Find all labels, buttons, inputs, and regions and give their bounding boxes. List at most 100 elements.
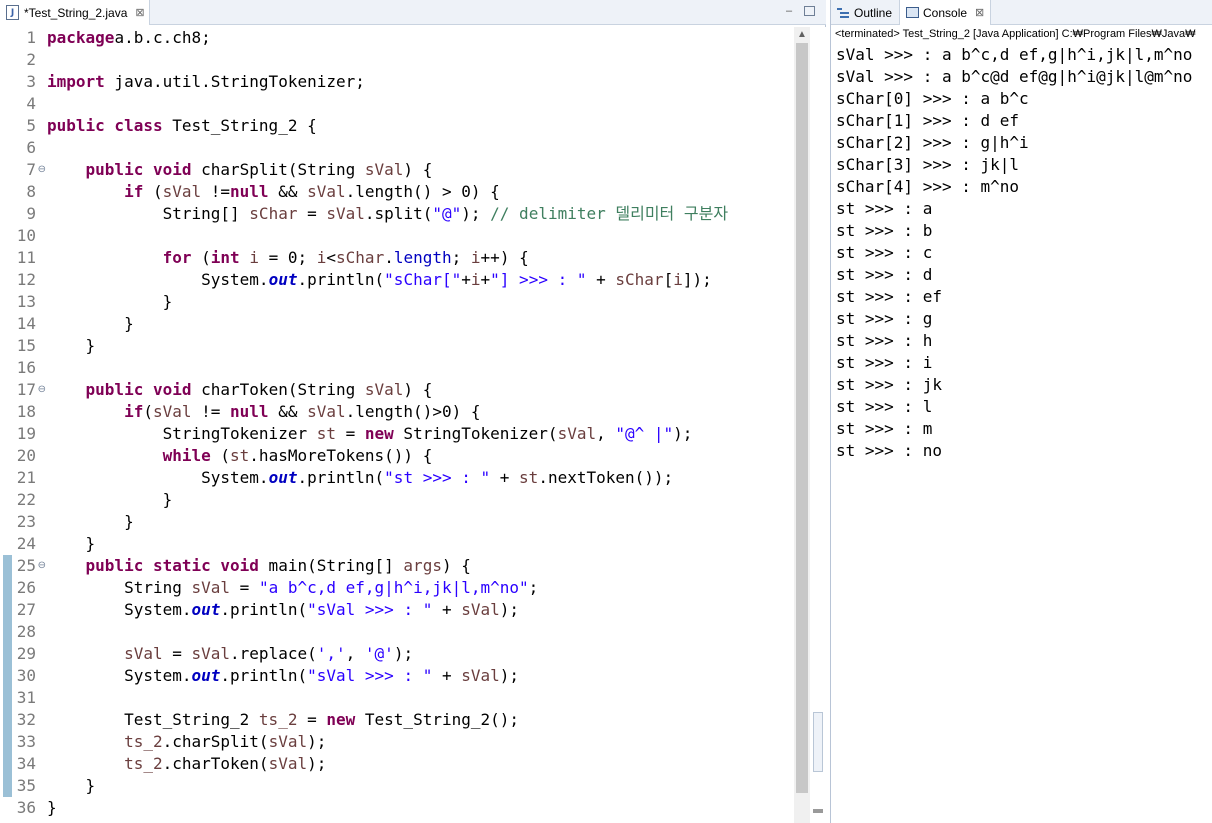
code-token: i — [316, 248, 327, 267]
editor-tab[interactable]: J *Test_String_2.java ⊠ — [0, 0, 150, 25]
code-line[interactable]: ts_2.charSplit(sVal); — [47, 731, 728, 753]
code-line[interactable]: } — [47, 533, 728, 555]
code-line[interactable]: public void charSplit(String sVal) { — [47, 159, 728, 181]
fold-collapse-icon[interactable]: ⊖ — [38, 555, 46, 577]
code-token: public void — [85, 160, 192, 179]
code-token: } — [47, 512, 134, 531]
fold-collapse-icon[interactable]: ⊖ — [38, 159, 46, 181]
code-line[interactable]: StringTokenizer st = new StringTokenizer… — [47, 423, 728, 445]
code-line[interactable] — [47, 357, 728, 379]
scroll-up-arrow-icon[interactable]: ▲ — [794, 29, 810, 40]
console-output[interactable]: sVal >>> : a b^c,d ef,g|h^i,jk|l,m^no sVa… — [836, 44, 1192, 462]
code-token: = — [162, 644, 192, 663]
code-line[interactable]: ts_2.charToken(sVal); — [47, 753, 728, 775]
code-line[interactable] — [47, 225, 728, 247]
code-line[interactable]: System.out.println("st >>> : " + st.next… — [47, 467, 728, 489]
code-line[interactable]: System.out.println("sChar["+i+"] >>> : "… — [47, 269, 728, 291]
code-token: .charToken( — [162, 754, 269, 773]
editor-tab-bar: J *Test_String_2.java ⊠ ‒ — [0, 0, 826, 25]
code-token: '@' — [364, 644, 394, 663]
code-token: + — [432, 600, 462, 619]
console-output-line: sChar[3] >>> : jk|l — [836, 155, 1020, 174]
code-line[interactable]: } — [47, 335, 728, 357]
code-token: if — [124, 402, 144, 421]
code-line[interactable]: sVal = sVal.replace(',', '@'); — [47, 643, 728, 665]
code-token: for — [162, 248, 192, 267]
code-token: ++) { — [480, 248, 529, 267]
code-line[interactable]: } — [47, 291, 728, 313]
close-icon[interactable]: ⊠ — [975, 6, 984, 19]
code-token: ) { — [403, 160, 433, 179]
source-code[interactable]: packagea.b.c.ch8; import java.util.String… — [47, 27, 728, 819]
code-token: != — [201, 182, 231, 201]
line-number: 31 — [16, 688, 36, 707]
console-output-line: st >>> : b — [836, 221, 933, 240]
fold-collapse-icon[interactable]: ⊖ — [38, 379, 46, 401]
console-output-line: st >>> : no — [836, 441, 942, 460]
code-line[interactable]: public static void main(String[] args) { — [47, 555, 728, 577]
console-output-line: sChar[2] >>> : g|h^i — [836, 133, 1029, 152]
code-token: sVal — [152, 402, 192, 421]
console-output-line: st >>> : ef — [836, 287, 942, 306]
code-line[interactable]: while (st.hasMoreTokens()) { — [47, 445, 728, 467]
code-line[interactable]: } — [47, 775, 728, 797]
code-line[interactable]: import java.util.StringTokenizer; — [47, 71, 728, 93]
code-line[interactable] — [47, 93, 728, 115]
line-number: 3 — [26, 72, 36, 91]
overview-task-marker[interactable] — [813, 809, 823, 813]
code-line[interactable]: System.out.println("sVal >>> : " + sVal)… — [47, 599, 728, 621]
code-token: && — [268, 182, 308, 201]
code-line[interactable] — [47, 687, 728, 709]
code-token: .length() > 0) { — [345, 182, 500, 201]
code-line[interactable]: } — [47, 797, 728, 819]
code-token: ',' — [316, 644, 346, 663]
code-token: + — [432, 666, 462, 685]
code-line[interactable]: Test_String_2 ts_2 = new Test_String_2()… — [47, 709, 728, 731]
code-token: StringTokenizer — [47, 424, 317, 443]
code-token: "@" — [432, 204, 462, 223]
code-editor[interactable]: J *Test_String_2.java ⊠ ‒ 1 2 3 4 5 6 7 ⊖ 8 9 10 11… — [0, 0, 826, 823]
code-line[interactable]: String[] sChar = sVal.split("@"); // del… — [47, 203, 728, 225]
line-number: 33 — [16, 732, 36, 751]
editor-vertical-scrollbar[interactable]: ▲ — [794, 27, 810, 823]
code-token: , — [596, 424, 616, 443]
code-line[interactable] — [47, 49, 728, 71]
code-token: ts_2 — [258, 710, 298, 729]
overview-marker[interactable] — [813, 712, 823, 772]
code-line[interactable]: } — [47, 511, 728, 533]
code-token: .println( — [297, 468, 385, 487]
code-line[interactable]: if (sVal !=null && sVal.length() > 0) { — [47, 181, 728, 203]
tab-console[interactable]: Console ⊠ — [899, 0, 992, 25]
line-number: 10 — [16, 226, 36, 245]
scroll-thumb[interactable] — [796, 43, 808, 793]
code-line[interactable]: packagea.b.c.ch8; — [47, 27, 728, 49]
code-token: null — [230, 402, 269, 421]
code-line[interactable]: System.out.println("sVal >>> : " + sVal)… — [47, 665, 728, 687]
code-line[interactable]: for (int i = 0; i<sChar.length; i++) { — [47, 247, 728, 269]
code-token: null — [230, 182, 269, 201]
minimize-icon[interactable]: ‒ — [782, 4, 796, 18]
code-line[interactable]: public class Test_String_2 { — [47, 115, 728, 137]
code-token: ); — [461, 204, 491, 223]
code-line[interactable] — [47, 621, 728, 643]
line-number: 34 — [16, 754, 36, 773]
code-token: i — [249, 248, 259, 267]
code-line[interactable] — [47, 137, 728, 159]
close-icon[interactable]: ⊠ — [135, 6, 144, 19]
code-line[interactable]: } — [47, 313, 728, 335]
code-area[interactable]: 1 2 3 4 5 6 7 ⊖ 8 9 10 11 12 13 14 15 16 17 ⊖ 18 19 20 21 22 23 2… — [0, 27, 794, 823]
line-number: 29 — [16, 644, 36, 663]
tab-outline[interactable]: Outline — [831, 0, 898, 25]
code-line[interactable]: if(sVal != null && sVal.length()>0) { — [47, 401, 728, 423]
maximize-icon[interactable] — [804, 6, 815, 16]
code-line[interactable]: String sVal = "a b^c,d ef,g|h^i,jk|l,m^n… — [47, 577, 728, 599]
code-line[interactable]: } — [47, 489, 728, 511]
code-token: String[] — [47, 204, 250, 223]
code-line[interactable]: public void charToken(String sVal) { — [47, 379, 728, 401]
line-number: 4 — [26, 94, 36, 113]
code-token: ( — [143, 182, 163, 201]
